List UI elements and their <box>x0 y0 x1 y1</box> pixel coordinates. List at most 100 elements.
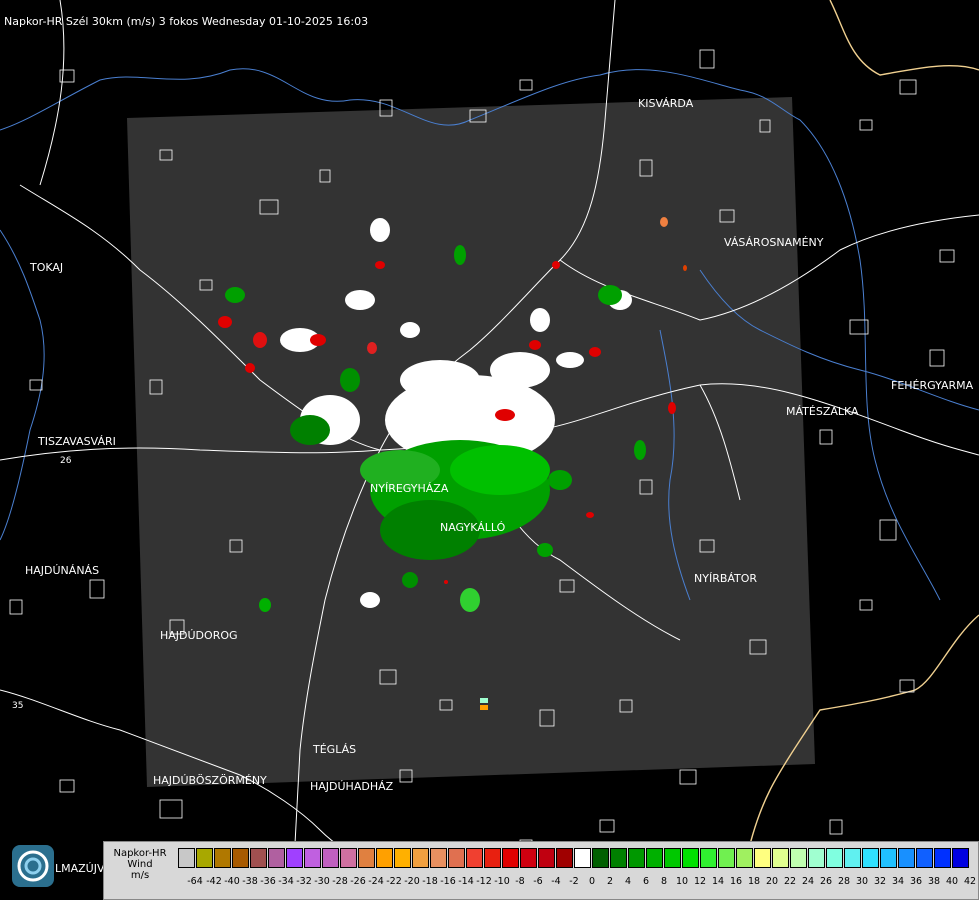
legend-tick-label: -30 <box>314 876 330 887</box>
legend-tick-label: -40 <box>224 876 240 887</box>
legend-swatch <box>700 848 717 868</box>
legend-swatch <box>232 848 249 868</box>
legend-swatch <box>952 848 969 868</box>
road-number-35: 35 <box>12 701 23 711</box>
legend-swatch <box>916 848 933 868</box>
legend-swatch <box>322 848 339 868</box>
legend-tick-label: -36 <box>260 876 276 887</box>
place-label-tokaj: TOKAJ <box>30 261 64 274</box>
legend-tick-label: -38 <box>242 876 258 887</box>
place-label-hajduboszormeny: HAJDÚBÖSZÖRMÉNY <box>153 774 267 787</box>
legend-tick-label: 8 <box>660 876 668 887</box>
legend-swatch <box>466 848 483 868</box>
legend-tick-label: -22 <box>386 876 402 887</box>
legend-tick-label: -24 <box>368 876 384 887</box>
legend-swatch <box>484 848 501 868</box>
legend-title-line2: Wind <box>127 859 153 870</box>
legend-tick-label: 18 <box>747 876 761 887</box>
legend-tick-label: 2 <box>606 876 614 887</box>
legend-tick-label: -14 <box>458 876 474 887</box>
legend-swatch <box>286 848 303 868</box>
legend-title-line1: Napkor-HR <box>113 848 167 859</box>
place-label-nyirbator: NYÍRBÁTOR <box>694 572 758 585</box>
legend-tick-label: 6 <box>642 876 650 887</box>
legend-swatch <box>556 848 573 868</box>
legend-tick-label: -2 <box>569 876 579 887</box>
place-label-tiszavasvari: TISZAVASVÁRI <box>38 435 116 448</box>
legend-tick-label: 22 <box>783 876 797 887</box>
logo-swirl-icon <box>17 850 49 882</box>
legend-tick-label: 24 <box>801 876 815 887</box>
legend-tick-label: -4 <box>551 876 561 887</box>
legend-tick-label: 36 <box>909 876 923 887</box>
legend-swatch <box>664 848 681 868</box>
legend-swatch <box>412 848 429 868</box>
legend-swatch <box>592 848 609 868</box>
legend-swatch <box>538 848 555 868</box>
legend-ticks: -64 -42 -40 -38 -36 -34 -32 -30 -28 -26 -24 -22 -20-… <box>178 876 978 890</box>
legend-swatch <box>394 848 411 868</box>
legend-tick-label: 4 <box>624 876 632 887</box>
legend-swatch <box>520 848 537 868</box>
legend-tick-label: 20 <box>765 876 779 887</box>
legend-swatch <box>178 848 195 868</box>
legend-swatch <box>358 848 375 868</box>
legend-swatch <box>340 848 357 868</box>
legend-tick-label: -34 <box>278 876 294 887</box>
place-label-fehergyarmat: FEHÉRGYARMA <box>891 379 974 392</box>
place-label-hajdunanas: HAJDÚNÁNÁS <box>25 564 100 577</box>
legend-swatch <box>610 848 627 868</box>
legend-tick-label: 40 <box>945 876 959 887</box>
legend-swatch <box>502 848 519 868</box>
legend-swatch <box>808 848 825 868</box>
legend-title-line3: m/s <box>130 870 150 881</box>
legend-tick-label: 42 <box>963 876 977 887</box>
legend-swatch <box>736 848 753 868</box>
legend-swatch <box>628 848 645 868</box>
river <box>0 229 45 541</box>
legend-swatch <box>646 848 663 868</box>
legend-swatch <box>826 848 843 868</box>
road-number-26: 26 <box>60 456 72 466</box>
legend-swatch <box>268 848 285 868</box>
legend-tick-label: -10 <box>494 876 510 887</box>
legend-swatch <box>214 848 231 868</box>
place-label-hajduhadhaz: HAJDÚHADHÁZ <box>310 780 394 793</box>
legend-swatch <box>880 848 897 868</box>
legend-swatch <box>196 848 213 868</box>
place-label-nyiregyhaza: NYÍREGYHÁZA <box>370 482 449 495</box>
radar-map: 35 26 <box>0 0 979 900</box>
legend-tick-label: -18 <box>422 876 438 887</box>
place-label-vasarosnameny: VÁSÁROSNAMÉNY <box>724 236 824 249</box>
legend-swatch <box>844 848 861 868</box>
legend-tick-label: 30 <box>855 876 869 887</box>
legend-tick-label: -12 <box>476 876 492 887</box>
legend-tick-label: 34 <box>891 876 905 887</box>
legend-tick-label: -32 <box>296 876 312 887</box>
legend-tick-label: -26 <box>350 876 366 887</box>
legend-swatch <box>682 848 699 868</box>
legend-swatch <box>574 848 591 868</box>
legend-swatch <box>934 848 951 868</box>
legend-swatches <box>178 848 970 868</box>
legend-tick-label: 10 <box>675 876 689 887</box>
legend-swatch <box>448 848 465 868</box>
place-label-teglas: TÉGLÁS <box>313 743 357 756</box>
legend-tick-label: 32 <box>873 876 887 887</box>
legend-tick-label: -6 <box>533 876 543 887</box>
legend-tick-label: -64 <box>187 876 203 887</box>
map-title: Napkor-HR Szél 30km (m/s) 3 fokos Wednes… <box>4 15 369 28</box>
place-label-kisvarda: KISVÁRDA <box>638 97 694 110</box>
logo <box>12 845 54 887</box>
legend-tick-label: 16 <box>729 876 743 887</box>
legend-tick-label: 28 <box>837 876 851 887</box>
legend-tick-label: 38 <box>927 876 941 887</box>
place-label-hajdudorog: HAJDÚDOROG <box>160 629 238 642</box>
legend-tick-label: 12 <box>693 876 707 887</box>
legend-tick-label: -16 <box>440 876 456 887</box>
legend-tick-label: 26 <box>819 876 833 887</box>
legend-tick-label: -28 <box>332 876 348 887</box>
legend-swatch <box>430 848 447 868</box>
legend-tick-label: 14 <box>711 876 725 887</box>
legend-swatch <box>304 848 321 868</box>
